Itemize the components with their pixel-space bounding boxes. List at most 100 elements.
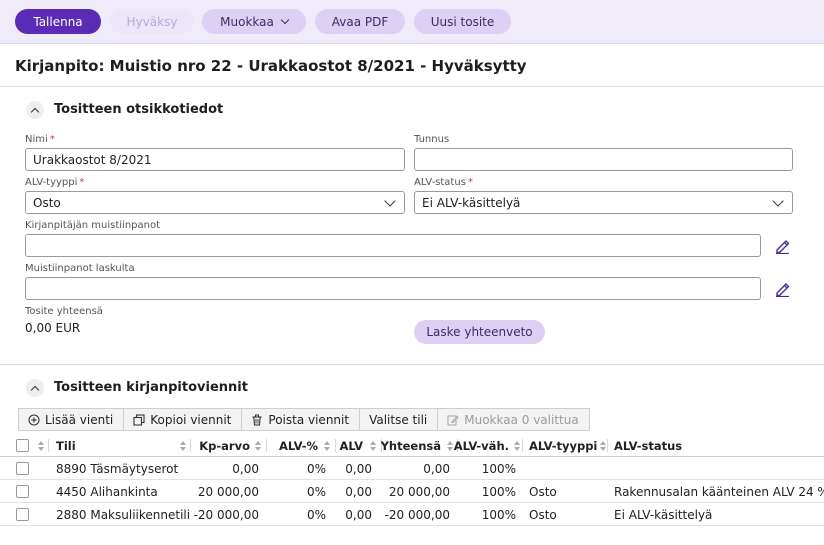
edit-pencil-icon[interactable]: [774, 281, 790, 297]
cell-vat-pct: 0%: [306, 484, 326, 499]
chevron-up-icon: [30, 385, 40, 394]
delete-entries-label: Poista viennit: [268, 412, 350, 427]
chevron-down-icon: [280, 15, 290, 24]
cell-vat-deduction: 100%: [481, 507, 516, 522]
invoice-notes-label: Muistiinpanot laskulta: [25, 263, 135, 274]
cell-kp-value: -20 000,00: [193, 507, 259, 522]
name-label: Nimi *: [25, 134, 55, 145]
cell-vat: 0,00: [345, 484, 372, 499]
table-row[interactable]: 8890 Täsmäytyserot 0,00 0% 0,00 0,00 100…: [0, 457, 824, 480]
copy-entries-button[interactable]: Kopioi viennit: [123, 408, 243, 431]
edit-selected-label: Muokkaa 0 valittua: [464, 412, 579, 427]
sort-icon[interactable]: [176, 434, 186, 457]
row-checkbox[interactable]: [16, 508, 29, 521]
name-field[interactable]: Urakkaostot 8/2021: [25, 148, 405, 171]
cell-vat-pct: 0%: [306, 507, 326, 522]
toolbar: Tallenna Hyväksy Muokkaa Avaa PDF Uusi t…: [0, 0, 824, 44]
save-button[interactable]: Tallenna: [15, 9, 101, 34]
vat-type-value: Osto: [33, 195, 61, 210]
cell-vat-deduction: 100%: [481, 461, 516, 476]
cell-vat: 0,00: [345, 461, 372, 476]
cell-total: 0,00: [423, 461, 450, 476]
cell-vat-deduction: 100%: [481, 484, 516, 499]
divider: [0, 86, 824, 87]
cell-account: 4450 Alihankinta: [56, 484, 158, 499]
add-entry-button[interactable]: Lisää vienti: [18, 408, 125, 431]
column-header-vat[interactable]: ALV: [335, 434, 363, 457]
cell-total: 20 000,00: [388, 484, 450, 499]
accountant-notes-label: Kirjanpitäjän muistiinpanot: [25, 220, 161, 231]
copy-entries-label: Kopioi viennit: [150, 412, 232, 427]
cell-account: 2880 Maksuliikennetili: [56, 507, 191, 522]
table-row[interactable]: 4450 Alihankinta 20 000,00 0% 0,00 20 00…: [0, 480, 824, 503]
sort-icon[interactable]: [320, 434, 330, 457]
edit-menu-button[interactable]: Muokkaa: [202, 9, 306, 34]
select-all-checkbox[interactable]: [16, 439, 29, 452]
entries-toolbar: Lisää vienti Kopioi viennit Poista vienn…: [18, 408, 590, 431]
page-title: Kirjanpito: Muistio nro 22 - Urakkaostot…: [15, 57, 527, 75]
vat-type-label: ALV-tyyppi *: [25, 177, 85, 188]
table-row[interactable]: 2880 Maksuliikennetili -20 000,00 0% 0,0…: [0, 503, 824, 526]
entries-section-title: Tositteen kirjanpitoviennit: [54, 380, 248, 395]
cell-total: -20 000,00: [384, 507, 450, 522]
cell-kp-value: 20 000,00: [197, 484, 259, 499]
column-header-account[interactable]: Tili: [56, 434, 76, 457]
cell-vat-pct: 0%: [306, 461, 326, 476]
sort-icon[interactable]: [443, 434, 453, 457]
column-header-vat-deduction[interactable]: ALV-väh.: [454, 434, 509, 457]
header-section-title: Tositteen otsikkotiedot: [54, 102, 224, 117]
voucher-total-value: 0,00 EUR: [25, 321, 81, 335]
cell-vat-status: Rakennusalan käänteinen ALV 24 %: [614, 484, 824, 499]
cell-vat-type: Osto: [529, 507, 557, 522]
collapse-header-section-button[interactable]: [26, 101, 44, 119]
code-field[interactable]: [414, 148, 793, 171]
cell-vat-type: Osto: [529, 484, 557, 499]
sort-icon[interactable]: [34, 434, 44, 457]
add-entry-label: Lisää vienti: [45, 412, 114, 427]
column-header-kp-value[interactable]: Kp-arvo: [190, 434, 250, 457]
approve-button[interactable]: Hyväksy: [110, 9, 194, 34]
cell-kp-value: 0,00: [232, 461, 259, 476]
collapse-entries-section-button[interactable]: [26, 379, 44, 397]
code-label: Tunnus: [414, 134, 450, 145]
sort-icon[interactable]: [510, 434, 520, 457]
vat-status-select[interactable]: Ei ALV-käsittelyä: [414, 191, 793, 214]
cell-vat: 0,00: [345, 507, 372, 522]
grid-header-row: Tili Kp-arvo ALV-% ALV Yhteensä ALV-väh.…: [0, 434, 824, 457]
open-pdf-button[interactable]: Avaa PDF: [315, 9, 405, 34]
column-header-vat-status[interactable]: ALV-status: [614, 434, 682, 457]
edit-icon: [447, 414, 459, 426]
copy-icon: [133, 413, 145, 426]
row-checkbox[interactable]: [16, 462, 29, 475]
vat-status-label: ALV-status *: [414, 177, 473, 188]
edit-menu-label: Muokkaa: [220, 14, 274, 29]
add-circle-icon: [28, 413, 40, 426]
sort-icon[interactable]: [596, 434, 606, 457]
chevron-down-icon: [772, 195, 784, 207]
sort-icon[interactable]: [251, 434, 261, 457]
vat-type-select[interactable]: Osto: [25, 191, 405, 214]
column-header-vat-type[interactable]: ALV-tyyppi: [529, 434, 597, 457]
cell-vat-status: Ei ALV-käsittelyä: [614, 507, 713, 522]
select-account-label: Valitse tili: [369, 412, 428, 427]
column-separator: [48, 439, 49, 452]
chevron-up-icon: [30, 107, 40, 116]
edit-selected-button[interactable]: Muokkaa 0 valittua: [437, 408, 590, 431]
sort-icon[interactable]: [366, 434, 376, 457]
select-account-button[interactable]: Valitse tili: [359, 408, 439, 431]
accountant-notes-field[interactable]: [25, 234, 761, 257]
vat-status-value: Ei ALV-käsittelyä: [422, 195, 521, 210]
trash-icon: [252, 414, 262, 426]
calculate-summary-button[interactable]: Laske yhteenveto: [414, 320, 545, 344]
edit-pencil-icon[interactable]: [774, 238, 790, 254]
column-header-total[interactable]: Yhteensä: [381, 434, 441, 457]
column-separator: [522, 439, 523, 452]
delete-entries-button[interactable]: Poista viennit: [241, 408, 361, 431]
voucher-total-label: Tosite yhteensä: [25, 306, 103, 317]
chevron-down-icon: [384, 195, 396, 207]
new-voucher-button[interactable]: Uusi tosite: [414, 9, 511, 34]
row-checkbox[interactable]: [16, 485, 29, 498]
column-separator: [607, 439, 608, 452]
invoice-notes-field[interactable]: [25, 277, 761, 300]
column-header-vat-pct[interactable]: ALV-%: [266, 434, 318, 457]
